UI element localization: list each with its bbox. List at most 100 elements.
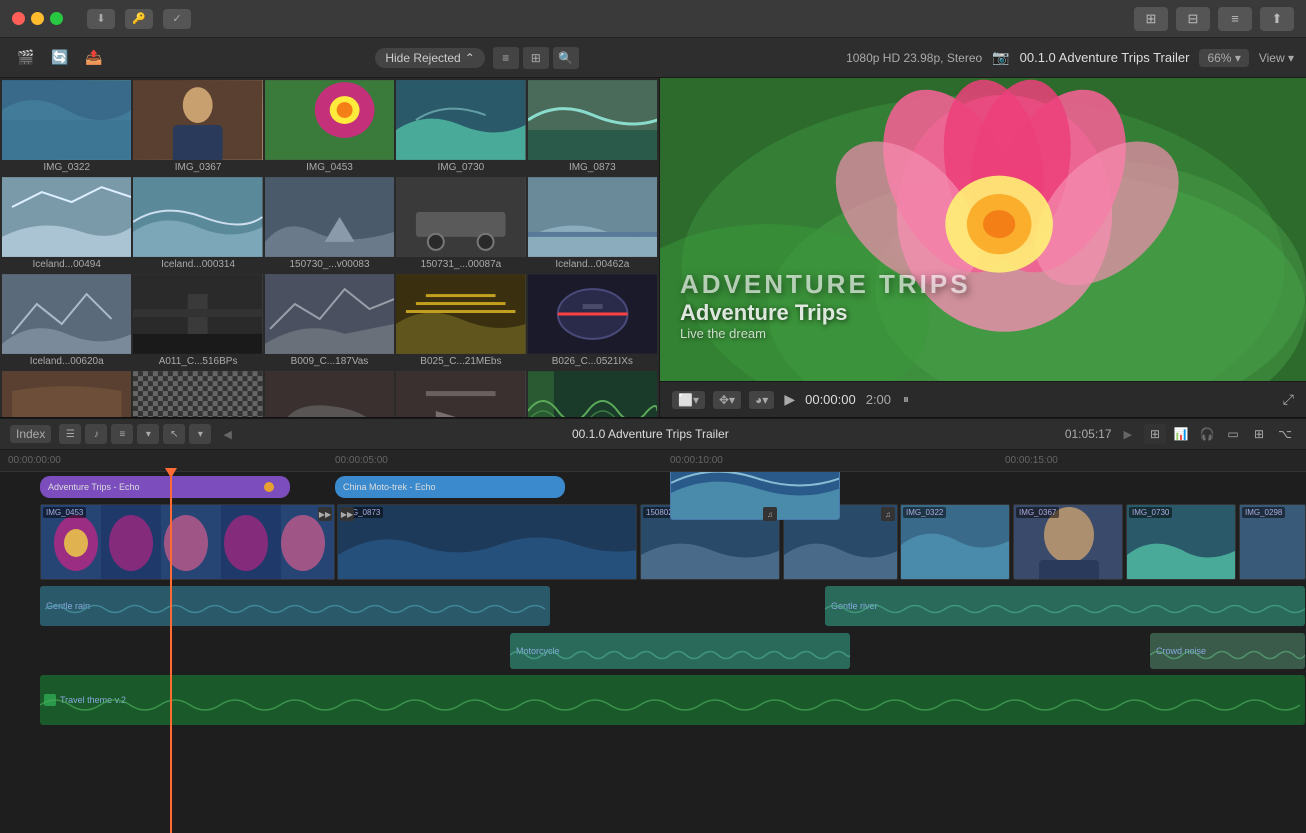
headphone-icon[interactable]: 🎧 <box>1196 424 1218 444</box>
clip-connections-icon[interactable]: ⌥ <box>1274 424 1296 444</box>
right-nav[interactable]: ▶ <box>1124 428 1132 441</box>
motorcycle-clip[interactable]: Motorcycle <box>510 633 850 669</box>
list-item[interactable]: IMG_0367 <box>133 80 262 175</box>
list-item[interactable]: Iceland...00494 <box>2 177 131 272</box>
audio-icon[interactable]: ♪ <box>85 424 107 444</box>
zoom-to-fit-icon[interactable]: ⊞ <box>1144 424 1166 444</box>
index-button[interactable]: Index <box>10 425 51 443</box>
color-track-icon[interactable]: ▭ <box>1222 424 1244 444</box>
list-item[interactable]: IMG_0322 <box>2 80 131 175</box>
close-button[interactable] <box>12 12 25 25</box>
media-browser: IMG_0322 IMG_0367 IMG_0453 IMG_0730 <box>0 78 660 417</box>
preview-title: Adventure Trips <box>680 300 971 326</box>
media-label: 150731_...00087a <box>396 257 525 272</box>
gentle-river-clip[interactable]: Gentle river <box>825 586 1305 626</box>
list-item[interactable]: C003_C...WZacs <box>396 371 525 417</box>
list-item[interactable]: B028_C...21A6as <box>2 371 131 417</box>
video-clip-img0367[interactable]: IMG_0367 <box>1013 504 1123 580</box>
media-thumbnail <box>2 371 131 417</box>
media-label: Iceland...000314 <box>133 257 262 272</box>
media-thumbnail <box>396 371 525 417</box>
view-button[interactable]: View ▾ <box>1259 51 1294 65</box>
roles-icon[interactable]: ≡ <box>111 424 133 444</box>
titlebar-left-icons: ⬇ 🔑 ✓ <box>87 9 191 29</box>
download-icon[interactable]: ⬇ <box>87 9 115 29</box>
maximize-button[interactable] <box>50 12 63 25</box>
media-label: Iceland...00494 <box>2 257 131 272</box>
list-item[interactable]: IMG_0453 <box>265 80 394 175</box>
clip-appearance-icon[interactable]: ☰ <box>59 424 81 444</box>
video-clip-img0298[interactable]: IMG_0298 <box>1239 504 1306 580</box>
grid-icon[interactable]: ⊞ <box>523 47 549 69</box>
list-item[interactable]: Iceland...000314 <box>133 177 262 272</box>
list-item[interactable]: IMG_0730 <box>396 80 525 175</box>
list-icon[interactable]: ≡ <box>493 47 519 69</box>
transform-icon[interactable]: ✥▾ <box>713 391 741 409</box>
travel-theme-clip[interactable]: Travel theme v.2 <box>40 675 1305 725</box>
fullscreen-icon[interactable]: ⤢ <box>1283 391 1294 408</box>
list-item[interactable]: 150730_...v00083 <box>265 177 394 272</box>
detail-view-icon[interactable]: ≡ <box>1218 7 1252 31</box>
list-item[interactable]: B025_C...21MEbs <box>396 274 525 369</box>
list-item[interactable]: B026_C...0521IXs <box>528 274 657 369</box>
grid-view-icon[interactable]: ⊞ <box>1134 7 1168 31</box>
left-nav[interactable]: ◀ <box>223 428 231 441</box>
list-item[interactable]: Iceland...00620a <box>2 274 131 369</box>
video-clip-img0730[interactable]: IMG_0730 <box>1126 504 1236 580</box>
list-view-icon[interactable]: ⊟ <box>1176 7 1210 31</box>
video-clip-img1775-connected[interactable]: IMG_1775 <box>670 472 840 520</box>
crowd-noise-clip[interactable]: Crowd noise <box>1150 633 1305 669</box>
media-thumbnail <box>396 177 525 257</box>
ruler-mark-15: 00:00:15:00 <box>1005 455 1058 466</box>
video-clip-img0873[interactable]: IMG_0873 ▶▶ <box>337 504 637 580</box>
library-icon[interactable]: 🔄 <box>46 44 74 72</box>
clip-label-img0322: IMG_0322 <box>903 507 946 518</box>
export-icon[interactable]: 📤 <box>80 44 108 72</box>
hide-rejected-button[interactable]: Hide Rejected ⌃ <box>375 48 484 68</box>
toolbar-left: 🎬 🔄 📤 <box>12 44 108 72</box>
dropdown-icon[interactable]: ▾ <box>137 424 159 444</box>
clip-label-img0730: IMG_0730 <box>1129 507 1172 518</box>
blade-icon[interactable]: ⊞ <box>1248 424 1270 444</box>
echo-clip-1[interactable]: Adventure Trips - Echo <box>40 476 290 498</box>
list-item[interactable]: B009_C...187Vas <box>265 274 394 369</box>
media-thumbnail <box>133 177 262 257</box>
waveform-icon[interactable]: 📊 <box>1170 424 1192 444</box>
ruler-mark-10: 00:00:10:00 <box>670 455 723 466</box>
echo-clip-2[interactable]: China Moto-trek - Echo <box>335 476 565 498</box>
list-item[interactable]: 150731_...00087a <box>396 177 525 272</box>
timeline-duration: 01:05:17 <box>1065 427 1112 441</box>
hide-rejected-arrow: ⌃ <box>465 51 475 65</box>
gentle-rain-clip[interactable]: Gentle rain <box>40 586 550 626</box>
media-label: B026_C...0521IXs <box>528 354 657 369</box>
tool-dropdown[interactable]: ▾ <box>189 424 211 444</box>
marker-dot-1 <box>264 482 274 492</box>
minimize-button[interactable] <box>31 12 44 25</box>
media-label: IMG_0322 <box>2 160 131 175</box>
color-icon[interactable]: ◕▾ <box>749 391 774 409</box>
key-icon[interactable]: 🔑 <box>125 9 153 29</box>
list-item[interactable]: C004_C...5U6acs <box>265 371 394 417</box>
list-item[interactable]: A011_C...516BPs <box>133 274 262 369</box>
play-button[interactable]: ▶ <box>784 391 795 408</box>
arrow-tool[interactable]: ↖ <box>163 424 185 444</box>
media-grid: IMG_0322 IMG_0367 IMG_0453 IMG_0730 <box>0 78 659 417</box>
music-track-travel-theme: Travel theme v.2 <box>0 675 1306 730</box>
search-icon[interactable]: 🔍 <box>553 47 579 69</box>
clip-arrow-icon2: ▶▶ <box>340 507 354 521</box>
share-icon[interactable]: ⬆ <box>1260 7 1294 31</box>
list-item[interactable]: Iceland...00462a <box>528 177 657 272</box>
format-label: 1080p HD 23.98p, Stereo <box>846 51 982 65</box>
list-item[interactable]: Travel theme v.2 <box>528 371 657 417</box>
video-clip-img0453[interactable]: IMG_0453 ▶▶ <box>40 504 335 580</box>
aspect-ratio-icon[interactable]: ⬜▾ <box>672 391 705 409</box>
preview-watermark: ADVENTURE TRIPS <box>680 269 971 300</box>
check-icon[interactable]: ✓ <box>163 9 191 29</box>
project-name: 00.1.0 Adventure Trips Trailer <box>1020 50 1190 65</box>
titlebar: ⬇ 🔑 ✓ ⊞ ⊟ ≡ ⬆ <box>0 0 1306 38</box>
fcpx-icon[interactable]: 🎬 <box>12 44 40 72</box>
list-item[interactable]: IMG_0873 <box>528 80 657 175</box>
media-thumbnail <box>133 80 262 160</box>
list-item[interactable]: B002_C...14TNas <box>133 371 262 417</box>
video-clip-img0322[interactable]: IMG_0322 <box>900 504 1010 580</box>
